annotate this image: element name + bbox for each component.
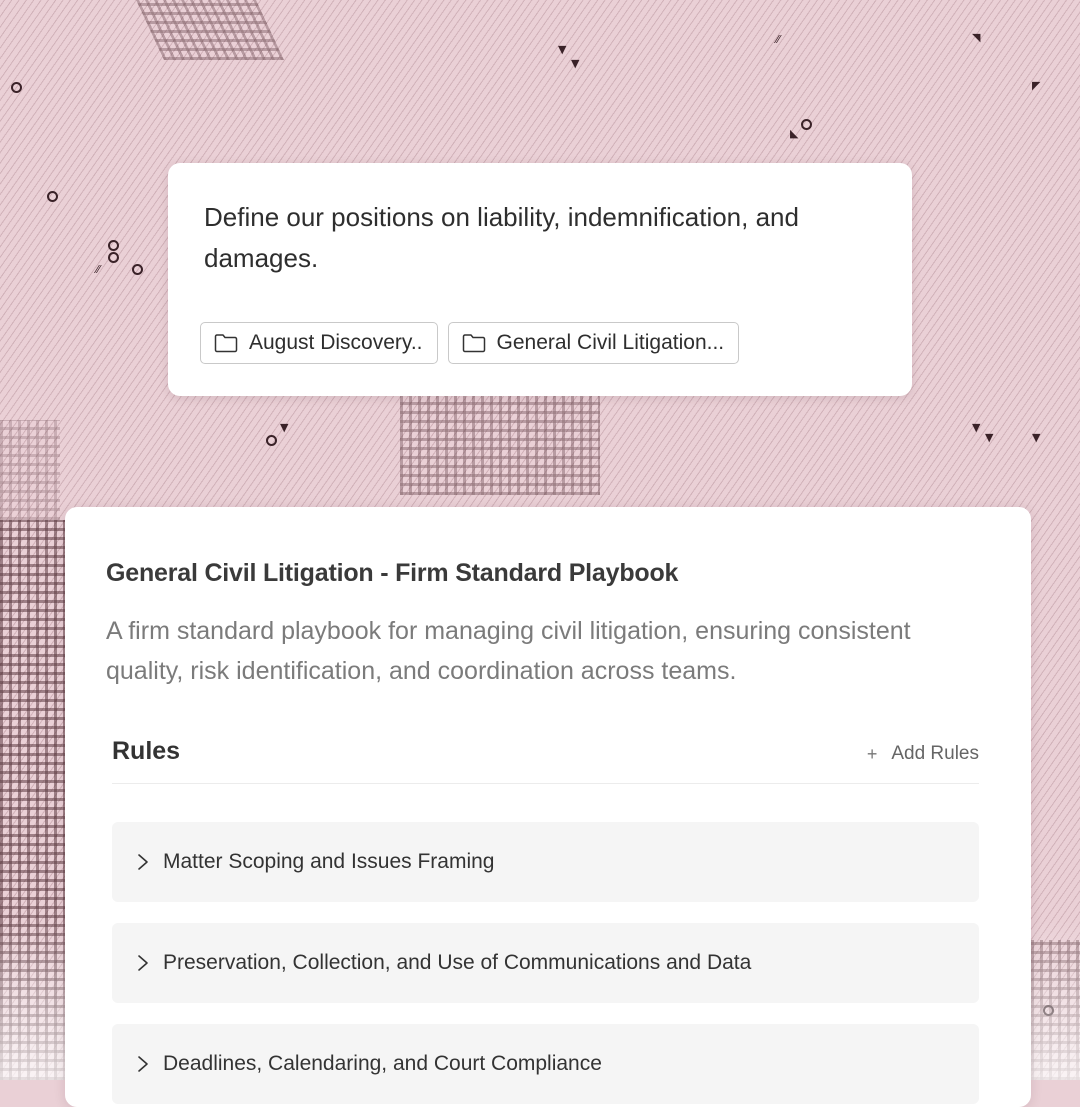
triangle-decoration: ◣ bbox=[790, 127, 799, 140]
prompt-card: Define our positions on liability, indem… bbox=[168, 163, 912, 396]
attachment-chips: August Discovery.. General Civil Litigat… bbox=[200, 322, 740, 364]
rules-heading: Rules bbox=[112, 737, 181, 765]
ring-decoration bbox=[132, 264, 143, 275]
playbook-panel: General Civil Litigation - Firm Standard… bbox=[65, 507, 1031, 1107]
ring-decoration bbox=[108, 252, 119, 263]
triangle-decoration: ▼ bbox=[972, 421, 981, 434]
playbook-title: General Civil Litigation - Firm Standard… bbox=[106, 559, 679, 587]
ring-decoration bbox=[266, 435, 277, 446]
chevron-right-icon bbox=[138, 1056, 148, 1072]
triangle-decoration: ◤ bbox=[1032, 79, 1041, 92]
attachment-chip[interactable]: General Civil Litigation... bbox=[447, 322, 740, 364]
background-texture bbox=[400, 395, 600, 495]
attachment-label: General Civil Litigation... bbox=[496, 331, 725, 354]
rule-label: Deadlines, Calendaring, and Court Compli… bbox=[163, 1052, 602, 1075]
ring-decoration bbox=[801, 119, 812, 130]
rule-item[interactable]: Preservation, Collection, and Use of Com… bbox=[112, 923, 979, 1003]
playbook-description: A firm standard playbook for managing ci… bbox=[106, 617, 911, 685]
chevron-right-icon bbox=[138, 955, 148, 971]
ring-decoration bbox=[47, 191, 58, 202]
rule-item[interactable]: Deadlines, Calendaring, and Court Compli… bbox=[112, 1024, 979, 1104]
triangle-decoration: ▼ bbox=[558, 43, 567, 56]
slash-decoration: ⁄⁄ bbox=[96, 263, 100, 276]
chevron-right-icon bbox=[138, 854, 148, 870]
add-rules-button[interactable]: + Add Rules bbox=[867, 743, 979, 765]
attachment-chip[interactable]: August Discovery.. bbox=[200, 322, 438, 364]
slash-decoration: ⁄⁄ bbox=[776, 33, 780, 46]
triangle-decoration: ▼ bbox=[571, 57, 580, 70]
attachment-label: August Discovery.. bbox=[249, 331, 423, 354]
rule-item[interactable]: Matter Scoping and Issues Framing bbox=[112, 822, 979, 902]
triangle-decoration: ▼ bbox=[1032, 431, 1041, 444]
ring-decoration bbox=[11, 82, 22, 93]
add-rules-label: Add Rules bbox=[891, 743, 979, 764]
triangle-decoration: ▼ bbox=[985, 431, 994, 444]
prompt-text: Define our positions on liability, indem… bbox=[204, 202, 799, 273]
rules-header: Rules + Add Rules bbox=[112, 737, 979, 784]
folder-icon bbox=[214, 334, 238, 353]
rule-label: Matter Scoping and Issues Framing bbox=[163, 850, 495, 873]
triangle-decoration: ▼ bbox=[280, 421, 289, 434]
triangle-decoration: ◥ bbox=[972, 31, 981, 44]
plus-icon: + bbox=[866, 743, 878, 764]
folder-icon bbox=[462, 334, 485, 353]
background-texture bbox=[0, 420, 60, 520]
rule-label: Preservation, Collection, and Use of Com… bbox=[163, 951, 752, 974]
ring-decoration bbox=[108, 240, 119, 251]
